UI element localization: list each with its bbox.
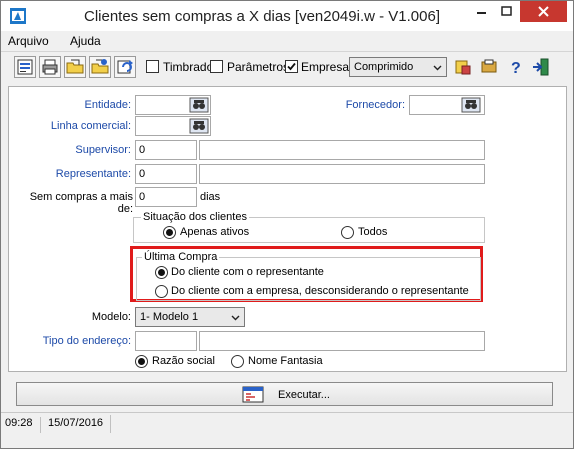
maximize-icon bbox=[501, 6, 512, 16]
entidade-lookup-button[interactable] bbox=[189, 97, 209, 113]
export-button[interactable] bbox=[89, 56, 111, 78]
printer-icon bbox=[42, 59, 58, 75]
fornecedor-lookup-button[interactable] bbox=[461, 97, 481, 113]
modelo-label: Modelo: bbox=[91, 311, 131, 323]
apenas-ativos-label: Apenas ativos bbox=[180, 226, 250, 238]
filters-panel: Entidade: Fornecedor: Linha comercial: S… bbox=[8, 86, 567, 372]
cliente-empresa-radio[interactable] bbox=[155, 285, 168, 298]
modelo-select[interactable]: 1- Modelo 1 bbox=[135, 307, 245, 327]
checkmark-icon bbox=[287, 62, 296, 71]
format-select-value: Comprimido bbox=[354, 61, 414, 73]
tipo-endereco-desc-field bbox=[199, 331, 485, 351]
status-date: 15/07/2016 bbox=[48, 417, 104, 429]
sem-compras-label: Sem compras a mais de: bbox=[29, 191, 133, 215]
exit-button[interactable] bbox=[531, 57, 551, 77]
help-icon: ? bbox=[511, 60, 521, 77]
print-button[interactable] bbox=[39, 56, 61, 78]
menu-arquivo[interactable]: Arquivo bbox=[8, 34, 49, 48]
minimize-icon bbox=[477, 12, 486, 14]
parametros-label: Parâmetros bbox=[227, 60, 290, 74]
app-icon bbox=[10, 8, 26, 24]
supervisor-name-field bbox=[199, 140, 485, 160]
minimize-button[interactable] bbox=[469, 1, 494, 22]
report-button[interactable] bbox=[479, 57, 499, 77]
chevron-down-icon bbox=[231, 315, 240, 321]
format-select[interactable]: Comprimido bbox=[349, 57, 447, 77]
window-title: Clientes sem compras a X dias [ven2049i.… bbox=[83, 8, 440, 25]
close-button[interactable] bbox=[520, 1, 567, 22]
toolbar: Timbrado Parâmetros Empresa Comprimido ? bbox=[1, 52, 573, 82]
apenas-ativos-radio[interactable] bbox=[163, 226, 176, 239]
todos-radio[interactable] bbox=[341, 226, 354, 239]
timbrado-checkbox[interactable] bbox=[146, 60, 159, 73]
tools-button[interactable] bbox=[453, 57, 473, 77]
select-item-button[interactable] bbox=[14, 56, 36, 78]
refresh-button[interactable] bbox=[114, 56, 136, 78]
folder-export-icon bbox=[91, 59, 109, 74]
ultima-compra-title: Última Compra bbox=[142, 251, 220, 263]
chevron-down-icon bbox=[433, 65, 442, 71]
cliente-empresa-label: Do cliente com a empresa, desconsiderand… bbox=[171, 285, 469, 297]
supervisor-label: Supervisor: bbox=[75, 144, 131, 156]
modelo-select-value: 1- Modelo 1 bbox=[140, 311, 199, 323]
razao-social-label: Razão social bbox=[152, 355, 215, 367]
empresa-checkbox[interactable] bbox=[285, 60, 298, 73]
status-bar: 09:28 15/07/2016 bbox=[1, 412, 573, 434]
linha-comercial-label: Linha comercial: bbox=[50, 120, 131, 132]
entidade-label: Entidade: bbox=[84, 99, 131, 111]
open-folder-button[interactable] bbox=[64, 56, 86, 78]
tools-icon bbox=[455, 60, 471, 75]
representante-label: Representante: bbox=[55, 168, 131, 180]
app-window: Clientes sem compras a X dias [ven2049i.… bbox=[0, 0, 574, 449]
supervisor-code-input[interactable]: 0 bbox=[135, 140, 197, 160]
exit-icon bbox=[533, 58, 549, 76]
title-bar[interactable]: Clientes sem compras a X dias [ven2049i.… bbox=[1, 1, 573, 31]
executar-label: Executar... bbox=[278, 389, 330, 401]
empresa-label: Empresa bbox=[301, 60, 350, 74]
linha-comercial-lookup-button[interactable] bbox=[189, 118, 209, 134]
cliente-representante-label: Do cliente com o representante bbox=[171, 266, 324, 278]
status-time: 09:28 bbox=[5, 417, 41, 433]
dias-label: dias bbox=[200, 191, 221, 203]
close-icon bbox=[538, 6, 549, 17]
nome-fantasia-radio[interactable] bbox=[231, 355, 244, 368]
cliente-representante-radio[interactable] bbox=[155, 266, 168, 279]
menu-bar: Arquivo Ajuda bbox=[1, 32, 573, 51]
maximize-button[interactable] bbox=[494, 1, 519, 22]
tipo-endereco-label: Tipo do endereço: bbox=[42, 335, 131, 347]
todos-label: Todos bbox=[358, 226, 388, 238]
run-report-icon bbox=[242, 386, 264, 403]
status-message-area bbox=[110, 415, 570, 433]
parametros-checkbox[interactable] bbox=[210, 60, 223, 73]
razao-social-radio[interactable] bbox=[135, 355, 148, 368]
situacao-title: Situação dos clientes bbox=[141, 211, 249, 223]
refresh-icon bbox=[117, 60, 133, 74]
binoculars-icon bbox=[189, 97, 209, 113]
help-button[interactable]: ? bbox=[506, 57, 526, 77]
representante-name-field bbox=[199, 164, 485, 184]
menu-ajuda[interactable]: Ajuda bbox=[70, 34, 101, 48]
folder-icon bbox=[66, 59, 84, 74]
tipo-endereco-code-input[interactable] bbox=[135, 331, 197, 351]
svg-text:?: ? bbox=[511, 60, 521, 77]
binoculars-icon bbox=[189, 118, 209, 134]
list-select-icon bbox=[17, 59, 33, 75]
fornecedor-label: Fornecedor: bbox=[345, 99, 405, 111]
binoculars-icon bbox=[461, 97, 481, 113]
executar-button[interactable]: Executar... bbox=[16, 382, 553, 406]
representante-code-input[interactable]: 0 bbox=[135, 164, 197, 184]
sem-compras-days-input[interactable]: 0 bbox=[135, 187, 197, 207]
report-icon bbox=[481, 59, 497, 73]
nome-fantasia-label: Nome Fantasia bbox=[248, 355, 323, 367]
timbrado-label: Timbrado bbox=[163, 60, 214, 74]
